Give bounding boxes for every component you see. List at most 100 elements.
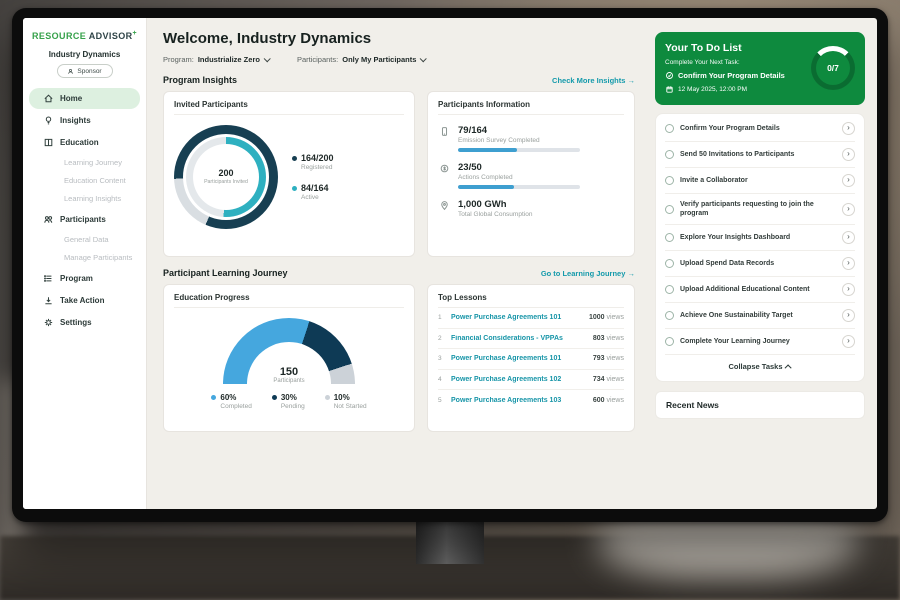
check-more-insights-link[interactable]: Check More Insights → xyxy=(552,76,635,85)
legend-dot xyxy=(272,395,277,400)
lesson-row[interactable]: 2 Financial Considerations - VPPAs 803 v… xyxy=(438,329,624,350)
legend-value: 84/164 xyxy=(301,183,329,193)
task-checkbox[interactable] xyxy=(665,150,674,159)
task-checkbox[interactable] xyxy=(665,311,674,320)
program-select[interactable]: Program: Industrialize Zero xyxy=(163,55,269,64)
chevron-right-icon[interactable]: › xyxy=(842,122,855,135)
lesson-link[interactable]: Financial Considerations - VPPAs xyxy=(451,335,593,342)
sidebar-item-program[interactable]: Program xyxy=(29,268,140,289)
calendar-icon xyxy=(665,85,674,94)
sidebar: RESOURCE ADVISOR+ Industry Dynamics Spon… xyxy=(23,18,147,509)
task-checkbox[interactable] xyxy=(665,285,674,294)
sidebar-item-education[interactable]: Education xyxy=(29,132,140,153)
task-row[interactable]: Complete Your Learning Journey › xyxy=(665,329,855,355)
sidebar-item-settings[interactable]: Settings xyxy=(29,312,140,333)
task-row[interactable]: Achieve One Sustainability Target › xyxy=(665,303,855,329)
collapse-tasks-link[interactable]: Collapse Tasks xyxy=(665,355,855,379)
sidebar-item-label: Insights xyxy=(60,116,91,125)
lesson-row[interactable]: 1 Power Purchase Agreements 101 1000 vie… xyxy=(438,308,624,329)
info-row-consumption: 1,000 GWh Total Global Consumption xyxy=(438,199,624,218)
sidebar-item-label: Take Action xyxy=(60,296,104,305)
sidebar-item-manage-participants[interactable]: Manage Participants xyxy=(29,249,140,267)
info-value: 1,000 GWh xyxy=(458,199,532,210)
legend-label: Pending xyxy=(281,403,305,410)
lightbulb-icon xyxy=(43,115,54,126)
task-checkbox[interactable] xyxy=(665,259,674,268)
chevron-right-icon[interactable]: › xyxy=(842,203,855,216)
card-title: Invited Participants xyxy=(174,100,404,115)
lesson-link[interactable]: Power Purchase Agreements 101 xyxy=(451,314,589,321)
lesson-row[interactable]: 3 Power Purchase Agreements 101 793 view… xyxy=(438,349,624,370)
legend-label: Not Started xyxy=(334,403,367,410)
arrow-right-icon: → xyxy=(628,269,636,278)
invited-donut-inner-ring: 200 Participants Invited xyxy=(183,134,269,220)
main-content: Welcome, Industry Dynamics Program: Indu… xyxy=(147,18,649,509)
task-checkbox[interactable] xyxy=(665,337,674,346)
dashboard-screen: RESOURCE ADVISOR+ Industry Dynamics Spon… xyxy=(23,18,877,509)
donut-center-label: Participants Invited xyxy=(204,179,248,186)
todo-panel: Your To Do List Complete Your Next Task:… xyxy=(649,18,877,509)
chevron-down-icon xyxy=(420,55,427,62)
filter-bar: Program: Industrialize Zero Participants… xyxy=(163,55,635,64)
chevron-right-icon[interactable]: › xyxy=(842,283,855,296)
education-gauge-chart: 150 Participants xyxy=(223,318,355,384)
chevron-right-icon[interactable]: › xyxy=(842,257,855,270)
sidebar-item-learning-journey[interactable]: Learning Journey xyxy=(29,154,140,172)
chevron-right-icon[interactable]: › xyxy=(842,231,855,244)
lesson-link[interactable]: Power Purchase Agreements 101 xyxy=(451,355,593,362)
legend-pending: 30% Pending xyxy=(272,393,305,410)
task-row[interactable]: Confirm Your Program Details › xyxy=(665,116,855,142)
gauge-center-label: Participants xyxy=(223,378,355,384)
sponsor-badge: Sponsor xyxy=(57,64,113,78)
lesson-link[interactable]: Power Purchase Agreements 102 xyxy=(451,376,593,383)
lesson-link[interactable]: Power Purchase Agreements 103 xyxy=(451,397,593,404)
task-label: Verify participants requesting to join t… xyxy=(680,200,836,218)
sidebar-item-label: Program xyxy=(60,274,93,283)
lesson-rank: 1 xyxy=(438,314,451,321)
go-to-learning-journey-link[interactable]: Go to Learning Journey → xyxy=(541,269,635,278)
lesson-views: 1000 views xyxy=(589,314,624,321)
emission-progressbar xyxy=(458,148,580,152)
task-row[interactable]: Explore Your Insights Dashboard › xyxy=(665,225,855,251)
lesson-row[interactable]: 5 Power Purchase Agreements 103 600 view… xyxy=(438,390,624,411)
education-legend: 60% Completed 30% Pending xyxy=(174,393,404,410)
lesson-row[interactable]: 4 Power Purchase Agreements 102 734 view… xyxy=(438,370,624,391)
education-progress-card: Education Progress 150 Participants 60% xyxy=(163,284,415,432)
chevron-right-icon[interactable]: › xyxy=(842,335,855,348)
chevron-right-icon[interactable]: › xyxy=(842,309,855,322)
legend-value: 60% xyxy=(220,393,236,402)
participants-select[interactable]: Participants: Only My Participants xyxy=(297,55,425,64)
people-icon xyxy=(43,214,54,225)
program-value: Industrialize Zero xyxy=(198,55,260,64)
sidebar-item-learning-insights[interactable]: Learning Insights xyxy=(29,190,140,208)
sidebar-item-take-action[interactable]: Take Action xyxy=(29,290,140,311)
info-label: Actions Completed xyxy=(458,174,580,181)
participants-value: Only My Participants xyxy=(342,55,416,64)
chevron-right-icon[interactable]: › xyxy=(842,148,855,161)
survey-icon xyxy=(438,125,450,152)
sidebar-item-participants[interactable]: Participants xyxy=(29,209,140,230)
task-label: Explore Your Insights Dashboard xyxy=(680,233,836,242)
sidebar-item-insights[interactable]: Insights xyxy=(29,110,140,131)
task-label: Achieve One Sustainability Target xyxy=(680,311,836,320)
section-title: Program Insights xyxy=(163,75,237,85)
task-checkbox[interactable] xyxy=(665,233,674,242)
task-checkbox[interactable] xyxy=(665,124,674,133)
legend-active: 84/164 Active xyxy=(292,183,334,201)
sidebar-item-home[interactable]: Home xyxy=(29,88,140,109)
chevron-up-icon xyxy=(784,365,791,372)
insights-cards-row: Invited Participants 200 Participants In… xyxy=(163,91,635,257)
task-checkbox[interactable] xyxy=(665,205,674,214)
logo-text-resource: RESOURCE xyxy=(32,31,86,41)
task-row[interactable]: Upload Spend Data Records › xyxy=(665,251,855,277)
task-checkbox[interactable] xyxy=(665,176,674,185)
chevron-right-icon[interactable]: › xyxy=(842,174,855,187)
task-row[interactable]: Invite a Collaborator › xyxy=(665,168,855,194)
legend-value: 10% xyxy=(334,393,350,402)
sidebar-item-label: Home xyxy=(60,94,82,103)
task-row[interactable]: Send 50 Invitations to Participants › xyxy=(665,142,855,168)
task-row[interactable]: Verify participants requesting to join t… xyxy=(665,194,855,225)
task-row[interactable]: Upload Additional Educational Content › xyxy=(665,277,855,303)
sidebar-item-education-content[interactable]: Education Content xyxy=(29,172,140,190)
sidebar-item-general-data[interactable]: General Data xyxy=(29,231,140,249)
